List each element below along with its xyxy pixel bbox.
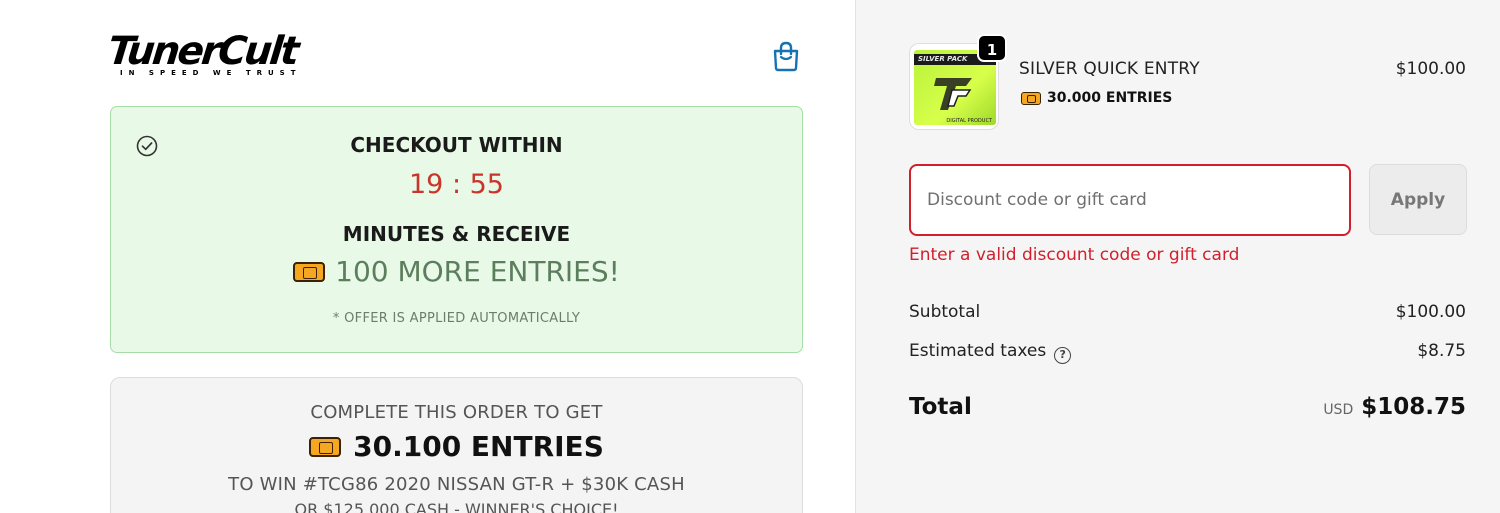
order-card-prize: TO WIN #TCG86 2020 NISSAN GT-R + $30K CA… <box>228 474 685 495</box>
order-summary-column: SILVER PACK DIGITAL PRODUCT 1 SILVER QUI… <box>855 0 1500 513</box>
ticket-icon <box>309 436 342 457</box>
bonus-entries: 100 MORE ENTRIES! <box>111 255 802 288</box>
logo-wordmark: TunerCult <box>105 29 300 74</box>
checkout-timer-offer: CHECKOUT WITHIN 19 : 55 MINUTES & RECEIV… <box>110 106 803 353</box>
discount-error-message: Enter a valid discount code or gift card <box>909 245 1240 265</box>
total-value: $108.75 <box>1361 394 1466 420</box>
total-label: Total <box>909 394 972 420</box>
offer-title: CHECKOUT WITHIN <box>350 133 563 157</box>
product-entries-text: 30.000 ENTRIES <box>1047 90 1173 106</box>
discount-code-input[interactable] <box>909 164 1351 236</box>
estimated-taxes-label: Estimated taxes <box>909 341 1047 361</box>
order-card-entries: 30.100 ENTRIES <box>111 430 802 463</box>
logo-tagline: IN SPEED WE TRUST <box>120 69 302 77</box>
order-entries-summary: COMPLETE THIS ORDER TO GET 30.100 ENTRIE… <box>110 377 803 513</box>
offer-subtitle: MINUTES & RECEIVE <box>342 222 571 246</box>
bonus-entries-text: 100 MORE ENTRIES! <box>335 255 620 288</box>
ticket-icon <box>293 261 326 282</box>
product-price: $100.00 <box>1395 59 1466 79</box>
subtotal-value: $100.00 <box>1395 302 1466 322</box>
product-logo-icon <box>934 78 972 110</box>
tunercult-logo[interactable]: TunerCult IN SPEED WE TRUST <box>105 29 333 82</box>
order-card-heading: COMPLETE THIS ORDER TO GET <box>310 402 603 423</box>
order-card-entries-text: 30.100 ENTRIES <box>353 430 604 463</box>
countdown-timer: 19 : 55 <box>409 169 504 200</box>
estimated-taxes-row: Estimated taxes? <box>909 341 1072 364</box>
quantity-badge: 1 <box>977 34 1007 62</box>
total-currency: USD <box>1323 402 1354 418</box>
question-circle-icon[interactable]: ? <box>1054 347 1072 364</box>
ticket-icon <box>1021 91 1041 105</box>
total-amount: USD $108.75 <box>1323 394 1466 420</box>
estimated-taxes-value: $8.75 <box>1417 341 1466 361</box>
apply-discount-button[interactable]: Apply <box>1369 164 1467 235</box>
subtotal-label: Subtotal <box>909 302 981 322</box>
shopping-bag-icon[interactable] <box>771 40 801 72</box>
offer-note: * OFFER IS APPLIED AUTOMATICALLY <box>332 311 581 326</box>
checkout-main-column: TunerCult IN SPEED WE TRUST CHECKOUT WIT… <box>0 0 855 513</box>
product-entries: 30.000 ENTRIES <box>1021 90 1172 106</box>
product-image-footer: DIGITAL PRODUCT <box>946 118 992 124</box>
order-card-prize-alt: OR $125,000 CASH - WINNER'S CHOICE! <box>294 500 619 513</box>
product-name: SILVER QUICK ENTRY <box>1019 59 1200 79</box>
